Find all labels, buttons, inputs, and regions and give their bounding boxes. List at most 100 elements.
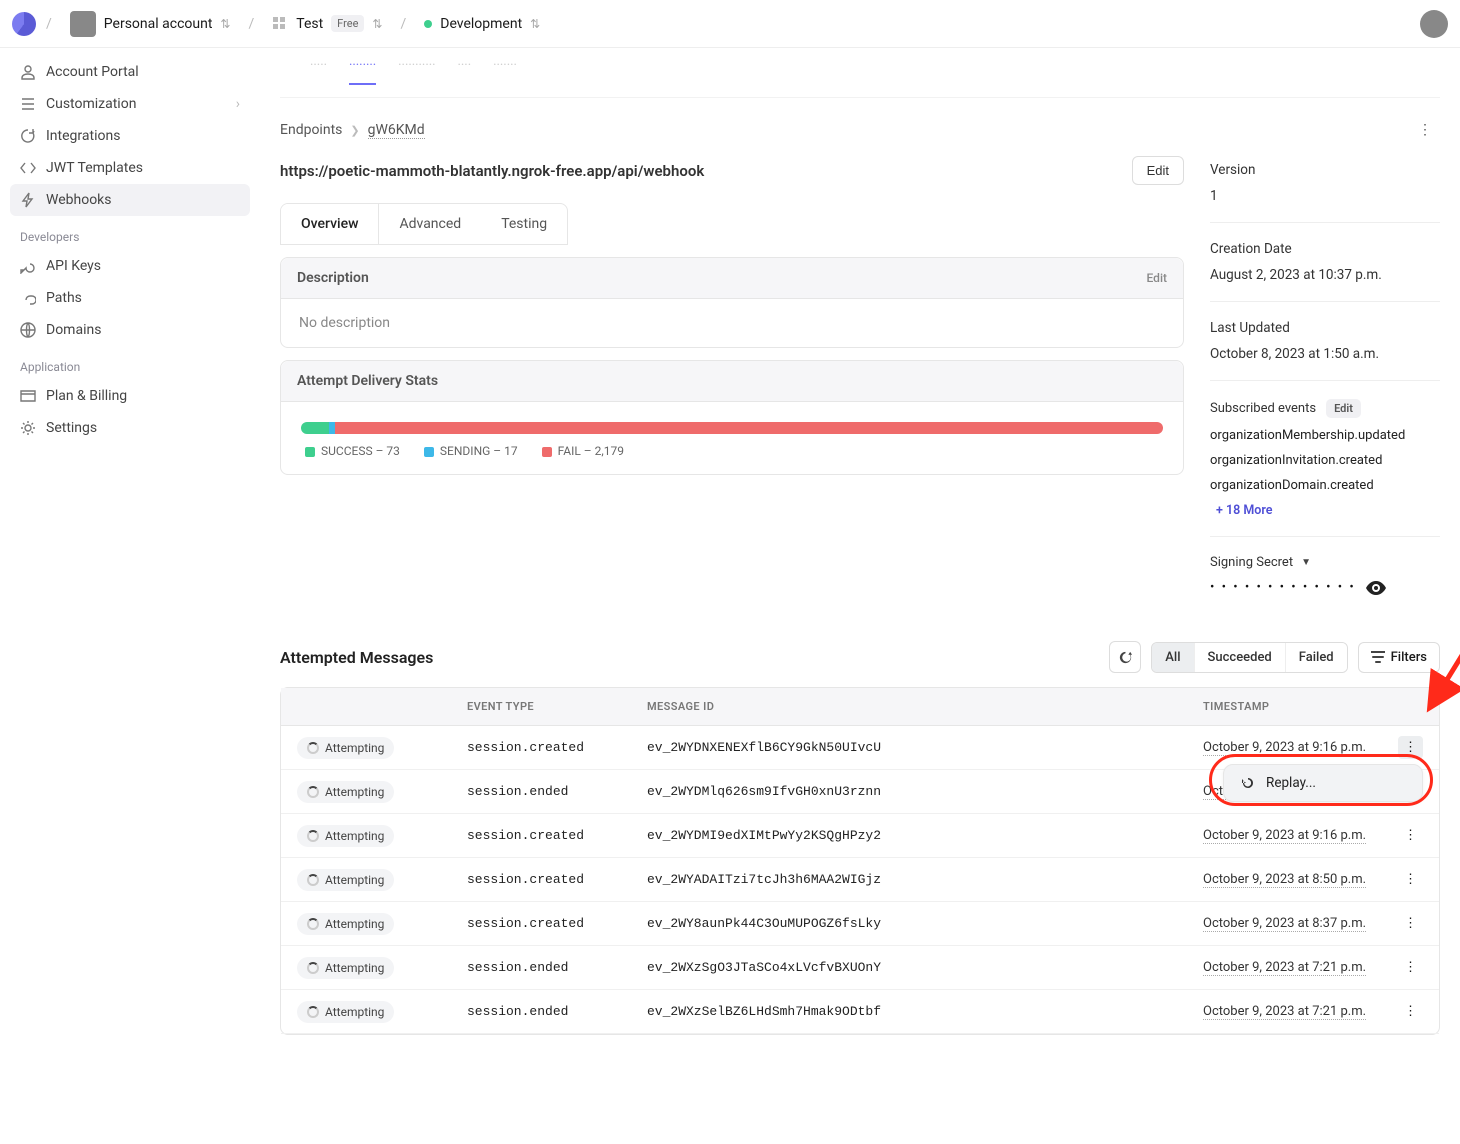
status-badge: Attempting <box>297 825 394 847</box>
sidebar-item-integrations[interactable]: Integrations <box>10 120 250 152</box>
sidebar-item-account-portal[interactable]: Account Portal <box>10 56 250 88</box>
refresh-icon <box>1118 650 1133 665</box>
table-row[interactable]: Attemptingsession.endedev_2WXzSelBZ6LHdS… <box>281 990 1439 1034</box>
col-status <box>297 700 467 713</box>
filters-button[interactable]: Filters <box>1358 642 1440 673</box>
tab-advanced[interactable]: Advanced <box>379 204 481 244</box>
sidebar-item-label: JWT Templates <box>46 160 143 176</box>
table-row[interactable]: Attemptingsession.endedev_2WXzSgO3JTaSCo… <box>281 946 1439 990</box>
ghost-tab[interactable]: ····· <box>310 58 327 85</box>
event-type: session.created <box>467 872 647 887</box>
sidebar-item-api-keys[interactable]: API Keys <box>10 250 250 282</box>
timestamp: October 9, 2023 at 8:37 p.m. <box>1203 916 1366 932</box>
spinner-icon <box>307 830 319 842</box>
edit-url-button[interactable]: Edit <box>1132 156 1184 185</box>
description-value: No description <box>299 315 390 331</box>
sidebar-item-label: Customization <box>46 96 136 112</box>
env-name: Development <box>440 16 522 32</box>
spinner-icon <box>307 786 319 798</box>
app-logo[interactable] <box>12 12 36 36</box>
sidebar-item-domains[interactable]: Domains <box>10 314 250 346</box>
row-menu-button[interactable]: ⋮ <box>1398 824 1423 847</box>
row-menu-button[interactable]: ⋮ <box>1398 1000 1423 1023</box>
row-menu-button[interactable]: ⋮ <box>1398 736 1423 759</box>
sidebar-item-customization[interactable]: Customization› <box>10 88 250 120</box>
legend-sending: SENDING – 17 <box>424 444 518 458</box>
table-row[interactable]: Attemptingsession.createdev_2WYDNXENEXfl… <box>281 726 1439 770</box>
ghost-tab[interactable]: ···· <box>458 58 472 85</box>
table-row[interactable]: Attempting session.createdev_2WYDMI9edXIM… <box>281 814 1439 858</box>
edit-description-button[interactable]: Edit <box>1147 271 1167 285</box>
seg-all[interactable]: All <box>1152 643 1194 672</box>
endpoint-tabs: Overview Advanced Testing <box>280 203 568 245</box>
more-events-link[interactable]: + 18 More <box>1210 503 1273 518</box>
app-name: Test <box>296 16 323 32</box>
timestamp: October 9, 2023 at 9:16 p.m. <box>1203 740 1366 756</box>
sidebar-item-label: API Keys <box>46 258 101 274</box>
event-type: session.ended <box>467 784 647 799</box>
timestamp: October 9, 2023 at 7:21 p.m. <box>1203 960 1366 976</box>
sidebar-item-plan-billing[interactable]: Plan & Billing <box>10 380 250 412</box>
sidebar-item-webhooks[interactable]: Webhooks <box>10 184 250 216</box>
endpoint-url: https://poetic-mammoth-blatantly.ngrok-f… <box>280 162 1122 180</box>
breadcrumb: Endpoints ❯ gW6KMd ⋮ <box>280 118 1440 142</box>
message-id: ev_2WXzSelBZ6LHdSmh7Hmak9ODtbf <box>647 1004 1203 1019</box>
seg-succeeded[interactable]: Succeeded <box>1195 643 1286 672</box>
separator: / <box>46 16 52 32</box>
profile-avatar[interactable] <box>1420 10 1448 38</box>
bar-success <box>301 422 329 434</box>
updated-label: Last Updated <box>1210 320 1440 336</box>
tab-overview[interactable]: Overview <box>281 204 379 244</box>
event-type: session.created <box>467 828 647 843</box>
sidebar-item-label: Plan & Billing <box>46 388 127 404</box>
account-label: Personal account <box>104 16 213 32</box>
sidebar: Account PortalCustomization›Integrations… <box>0 48 260 1075</box>
page-tabs: ····· ········ ··········· ···· ······· <box>280 48 1440 98</box>
stats-bar <box>301 422 1163 434</box>
message-id: ev_2WY8aunPk44C3OuMUPOGZ6fsLky <box>647 916 1203 931</box>
spinner-icon <box>307 1006 319 1018</box>
breadcrumb-id[interactable]: gW6KMd <box>368 122 425 139</box>
sidebar-item-settings[interactable]: Settings <box>10 412 250 444</box>
ghost-tab-active[interactable]: ········ <box>349 58 376 85</box>
col-actions <box>1373 700 1423 713</box>
separator: / <box>248 16 254 32</box>
app-switcher[interactable]: Test Free ⇅ <box>264 11 390 36</box>
table-row[interactable]: Attemptingsession.createdev_2WYADAITzi7t… <box>281 858 1439 902</box>
refresh-button[interactable] <box>1109 641 1141 673</box>
col-message-id: MESSAGE ID <box>647 700 1203 713</box>
ghost-tab[interactable]: ······· <box>493 58 517 85</box>
status-badge: Attempting <box>297 737 394 759</box>
updown-icon: ⇅ <box>530 17 540 31</box>
legend-fail: FAIL – 2,179 <box>542 444 624 458</box>
tab-testing[interactable]: Testing <box>481 204 567 244</box>
env-switcher[interactable]: Development ⇅ <box>416 12 548 36</box>
breadcrumb-root[interactable]: Endpoints <box>280 122 342 138</box>
status-filter-segment: All Succeeded Failed <box>1151 642 1347 673</box>
seg-failed[interactable]: Failed <box>1286 643 1347 672</box>
account-switcher[interactable]: Personal account ⇅ <box>62 7 239 41</box>
more-menu-button[interactable]: ⋮ <box>1410 118 1440 142</box>
subscribed-event: organizationInvitation.created <box>1210 453 1440 468</box>
table-row[interactable]: Attemptingsession.createdev_2WY8aunPk44C… <box>281 902 1439 946</box>
spinner-icon <box>307 874 319 886</box>
sidebar-section-application: Application <box>10 346 250 380</box>
replay-menu[interactable]: Replay... <box>1223 764 1423 802</box>
ghost-tab[interactable]: ··········· <box>398 58 435 85</box>
spinner-icon <box>307 918 319 930</box>
message-id: ev_2WYDMI9edXIMtPwYy2KSQgHPzy2 <box>647 828 1203 843</box>
avatar-icon <box>70 11 96 37</box>
subscribed-label: Subscribed events <box>1210 401 1316 416</box>
row-menu-button[interactable]: ⋮ <box>1398 868 1423 891</box>
row-menu-button[interactable]: ⋮ <box>1398 912 1423 935</box>
replay-icon <box>1240 775 1256 791</box>
edit-events-button[interactable]: Edit <box>1326 399 1361 418</box>
subscribed-event: organizationMembership.updated <box>1210 428 1440 443</box>
row-menu-button[interactable]: ⋮ <box>1398 956 1423 979</box>
status-badge: Attempting <box>297 957 394 979</box>
sidebar-item-jwt-templates[interactable]: JWT Templates <box>10 152 250 184</box>
status-badge: Attempting <box>297 781 394 803</box>
signing-secret-toggle[interactable]: Signing Secret ▼ <box>1210 555 1440 570</box>
sidebar-item-paths[interactable]: Paths <box>10 282 250 314</box>
reveal-secret-button[interactable] <box>1366 581 1386 595</box>
